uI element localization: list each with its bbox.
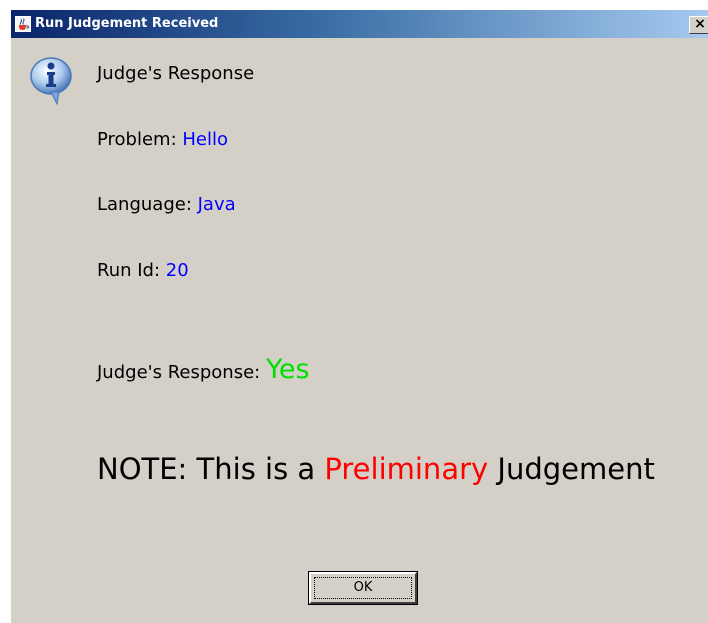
run-id-line: Run Id: 20 [97,259,189,283]
heading-text: Judge's Response [97,63,255,84]
window-title: Run Judgement Received [35,16,219,31]
dialog-window: Run Judgement Received × Judge's Respons… [10,10,708,623]
response-value: Yes [265,354,310,385]
info-icon [30,57,72,106]
preliminary-note: NOTE: This is a Preliminary Judgement [97,451,655,487]
close-icon: × [694,16,706,32]
response-label: Judge's Response: [97,362,266,383]
problem-line: Problem: Hello [97,128,228,152]
ok-button[interactable]: OK [308,571,418,605]
response-line: Judge's Response: Yes [97,356,310,385]
note-suffix: Judgement [488,452,655,486]
close-button[interactable]: × [689,16,708,34]
language-value: Java [197,194,236,215]
note-highlight: Preliminary [324,452,489,486]
java-cup-icon [15,16,31,32]
ok-button-label: OK [314,577,412,599]
dialog-heading: Judge's Response [97,62,254,86]
title-bar[interactable]: Run Judgement Received × [11,10,708,38]
run-id-value: 20 [165,260,189,281]
problem-label: Problem: [97,129,183,150]
problem-value: Hello [182,129,229,150]
note-prefix: NOTE: This is a [97,452,325,486]
language-line: Language: Java [97,193,236,217]
run-id-label: Run Id: [97,260,166,281]
language-label: Language: [97,194,198,215]
